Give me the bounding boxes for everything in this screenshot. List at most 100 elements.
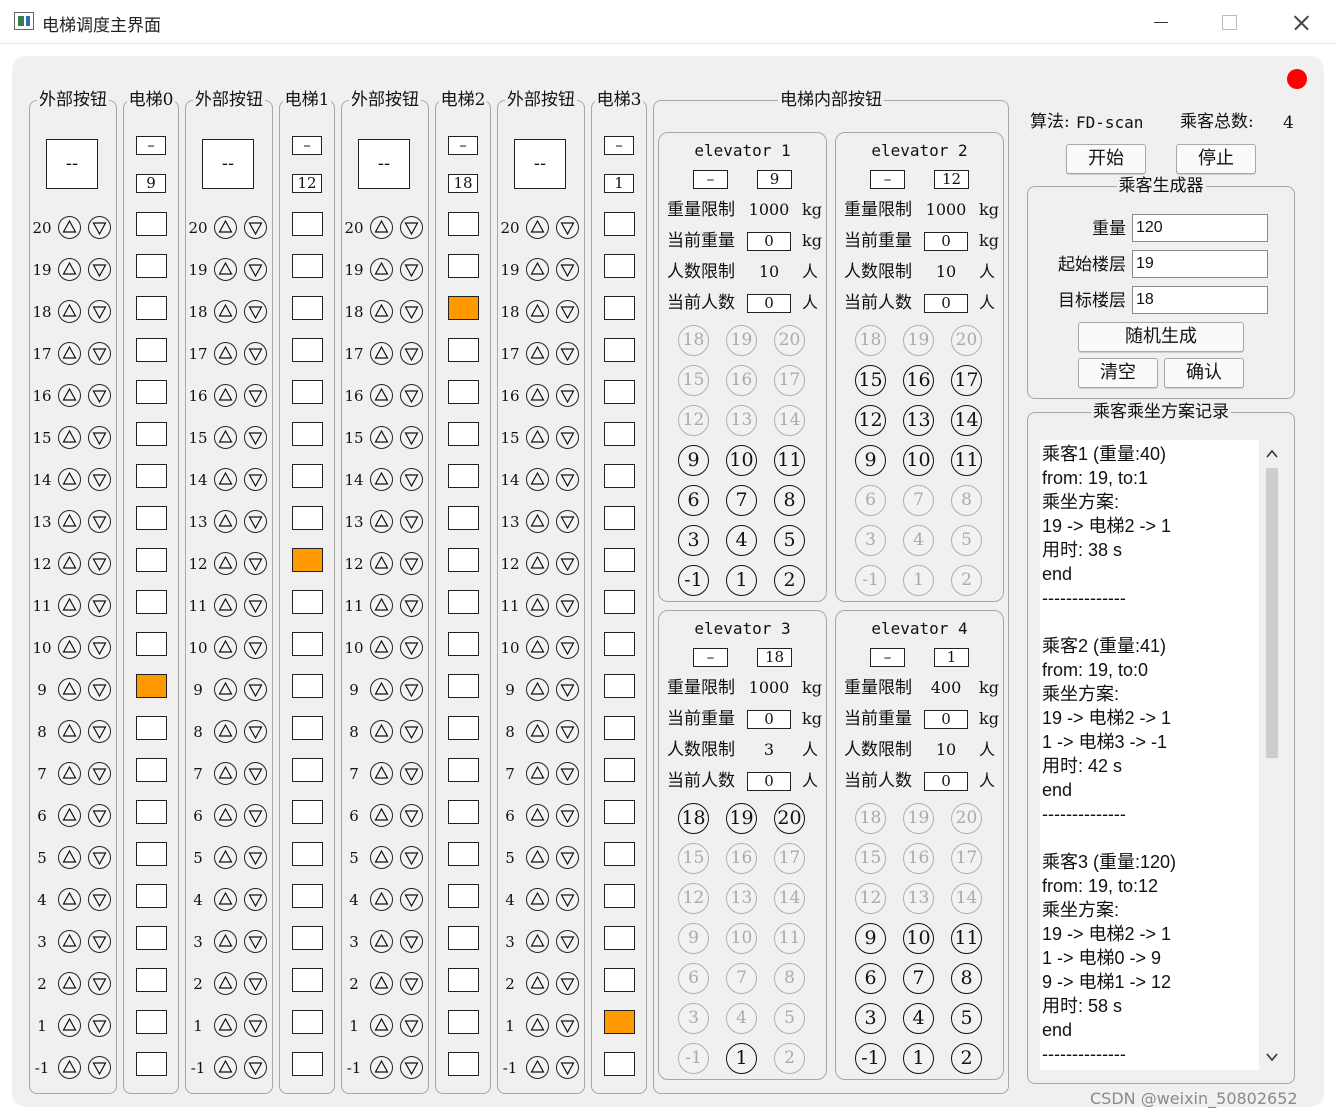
car-floor-button[interactable]: 8	[951, 485, 982, 516]
call-up-button[interactable]	[526, 510, 549, 533]
call-up-button[interactable]	[370, 300, 393, 323]
call-up-button[interactable]	[370, 972, 393, 995]
call-up-button[interactable]	[370, 384, 393, 407]
call-down-button[interactable]	[556, 1056, 579, 1079]
car-floor-button[interactable]: 4	[726, 1003, 757, 1034]
start-floor-input[interactable]: 19	[1132, 250, 1268, 278]
call-up-button[interactable]	[58, 552, 81, 575]
car-floor-button[interactable]: 12	[855, 405, 886, 436]
car-floor-button[interactable]: 20	[951, 803, 982, 834]
call-up-button[interactable]	[58, 468, 81, 491]
car-floor-button[interactable]: 20	[951, 325, 982, 356]
stop-button[interactable]: 停止	[1176, 144, 1256, 174]
call-down-button[interactable]	[88, 342, 111, 365]
car-floor-button[interactable]: 12	[678, 405, 709, 436]
call-down-button[interactable]	[556, 384, 579, 407]
call-down-button[interactable]	[88, 720, 111, 743]
call-down-button[interactable]	[400, 426, 423, 449]
call-down-button[interactable]	[400, 804, 423, 827]
call-up-button[interactable]	[214, 678, 237, 701]
call-up-button[interactable]	[526, 384, 549, 407]
car-floor-button[interactable]: 12	[678, 883, 709, 914]
call-down-button[interactable]	[244, 636, 267, 659]
car-floor-button[interactable]: 4	[903, 1003, 934, 1034]
car-floor-button[interactable]: 15	[678, 843, 709, 874]
call-down-button[interactable]	[400, 594, 423, 617]
minimize-button[interactable]	[1128, 0, 1194, 44]
call-up-button[interactable]	[370, 342, 393, 365]
call-up-button[interactable]	[214, 846, 237, 869]
car-floor-button[interactable]: 17	[951, 843, 982, 874]
car-floor-button[interactable]: 16	[903, 843, 934, 874]
call-down-button[interactable]	[556, 678, 579, 701]
call-down-button[interactable]	[244, 846, 267, 869]
car-floor-button[interactable]: 1	[903, 565, 934, 596]
call-up-button[interactable]	[526, 594, 549, 617]
car-floor-button[interactable]: 14	[951, 883, 982, 914]
call-down-button[interactable]	[244, 888, 267, 911]
call-up-button[interactable]	[58, 1014, 81, 1037]
call-up-button[interactable]	[214, 1056, 237, 1079]
car-floor-button[interactable]: 14	[774, 883, 805, 914]
call-down-button[interactable]	[88, 258, 111, 281]
target-floor-input[interactable]: 18	[1132, 286, 1268, 314]
call-down-button[interactable]	[556, 762, 579, 785]
call-up-button[interactable]	[58, 384, 81, 407]
call-down-button[interactable]	[244, 1056, 267, 1079]
call-up-button[interactable]	[370, 510, 393, 533]
call-down-button[interactable]	[244, 510, 267, 533]
call-down-button[interactable]	[556, 804, 579, 827]
random-generate-button[interactable]: 随机生成	[1078, 322, 1244, 352]
call-down-button[interactable]	[88, 468, 111, 491]
call-down-button[interactable]	[556, 720, 579, 743]
call-up-button[interactable]	[526, 216, 549, 239]
call-down-button[interactable]	[400, 510, 423, 533]
call-up-button[interactable]	[58, 216, 81, 239]
car-floor-button[interactable]: 10	[903, 445, 934, 476]
call-up-button[interactable]	[526, 258, 549, 281]
call-down-button[interactable]	[244, 1014, 267, 1037]
call-down-button[interactable]	[400, 846, 423, 869]
call-up-button[interactable]	[526, 636, 549, 659]
call-down-button[interactable]	[88, 762, 111, 785]
car-floor-button[interactable]: 9	[678, 923, 709, 954]
scroll-up-icon[interactable]	[1265, 447, 1279, 461]
call-down-button[interactable]	[400, 678, 423, 701]
call-up-button[interactable]	[526, 804, 549, 827]
car-floor-button[interactable]: 17	[951, 365, 982, 396]
call-down-button[interactable]	[88, 552, 111, 575]
car-floor-button[interactable]: 19	[903, 803, 934, 834]
call-down-button[interactable]	[400, 342, 423, 365]
call-down-button[interactable]	[400, 258, 423, 281]
call-up-button[interactable]	[526, 1014, 549, 1037]
car-floor-button[interactable]: 18	[678, 325, 709, 356]
car-floor-button[interactable]: 17	[774, 365, 805, 396]
car-floor-button[interactable]: 2	[774, 1043, 805, 1074]
ride-log-textarea[interactable]: 乘客1 (重量:40) from: 19, to:1 乘坐方案: 19 -> 电…	[1040, 440, 1259, 1070]
call-down-button[interactable]	[400, 888, 423, 911]
call-down-button[interactable]	[88, 300, 111, 323]
call-up-button[interactable]	[214, 342, 237, 365]
call-down-button[interactable]	[244, 426, 267, 449]
call-up-button[interactable]	[370, 846, 393, 869]
call-up-button[interactable]	[526, 468, 549, 491]
car-floor-button[interactable]: 15	[855, 365, 886, 396]
call-down-button[interactable]	[400, 972, 423, 995]
car-floor-button[interactable]: 16	[726, 843, 757, 874]
car-floor-button[interactable]: 15	[855, 843, 886, 874]
car-floor-button[interactable]: 5	[951, 1003, 982, 1034]
call-up-button[interactable]	[58, 762, 81, 785]
car-floor-button[interactable]: 8	[774, 963, 805, 994]
car-floor-button[interactable]: 1	[726, 1043, 757, 1074]
start-button[interactable]: 开始	[1066, 144, 1146, 174]
call-up-button[interactable]	[214, 594, 237, 617]
call-down-button[interactable]	[400, 384, 423, 407]
call-up-button[interactable]	[214, 552, 237, 575]
call-up-button[interactable]	[214, 636, 237, 659]
call-up-button[interactable]	[58, 426, 81, 449]
call-down-button[interactable]	[556, 468, 579, 491]
call-down-button[interactable]	[244, 258, 267, 281]
call-up-button[interactable]	[214, 300, 237, 323]
call-up-button[interactable]	[370, 804, 393, 827]
car-floor-button[interactable]: 8	[951, 963, 982, 994]
